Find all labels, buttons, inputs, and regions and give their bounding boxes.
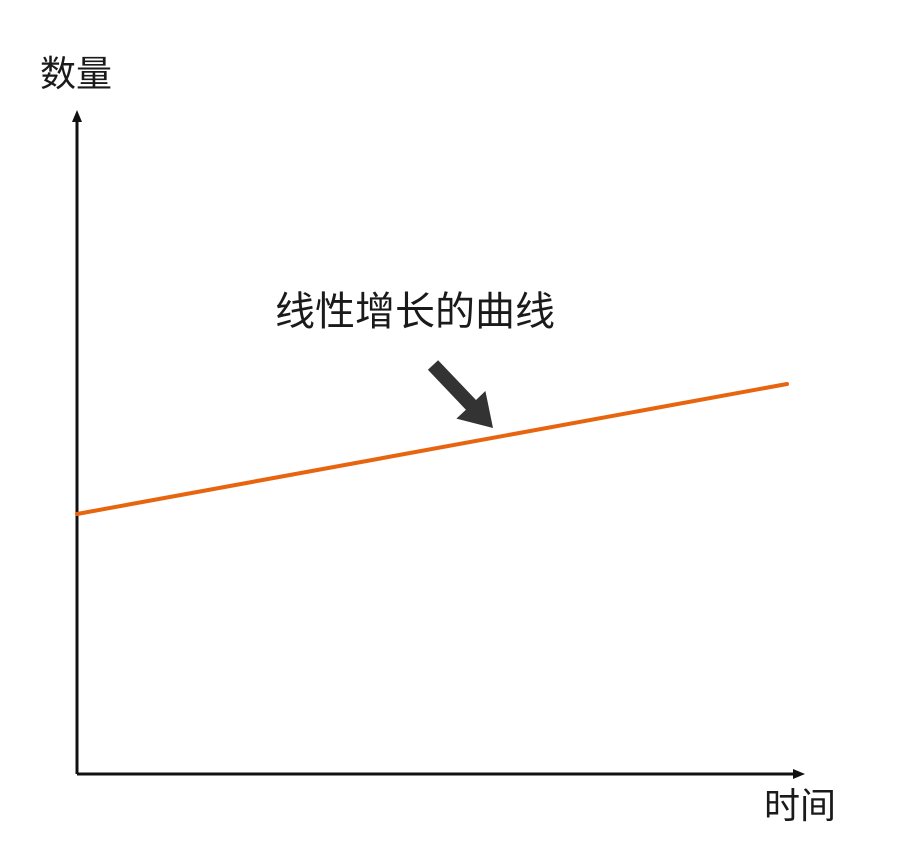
annotation-text: 线性增长的曲线: [275, 289, 555, 335]
series-line: [75, 382, 789, 516]
annotation: 线性增长的曲线: [275, 289, 555, 428]
series-layer: [75, 382, 789, 516]
annotation-arrow-icon: [427, 360, 493, 428]
y-axis-label: 数量: [40, 54, 112, 95]
x-axis-label: 时间: [764, 786, 836, 827]
chart: 数量 时间 线性增长的曲线: [40, 54, 836, 827]
